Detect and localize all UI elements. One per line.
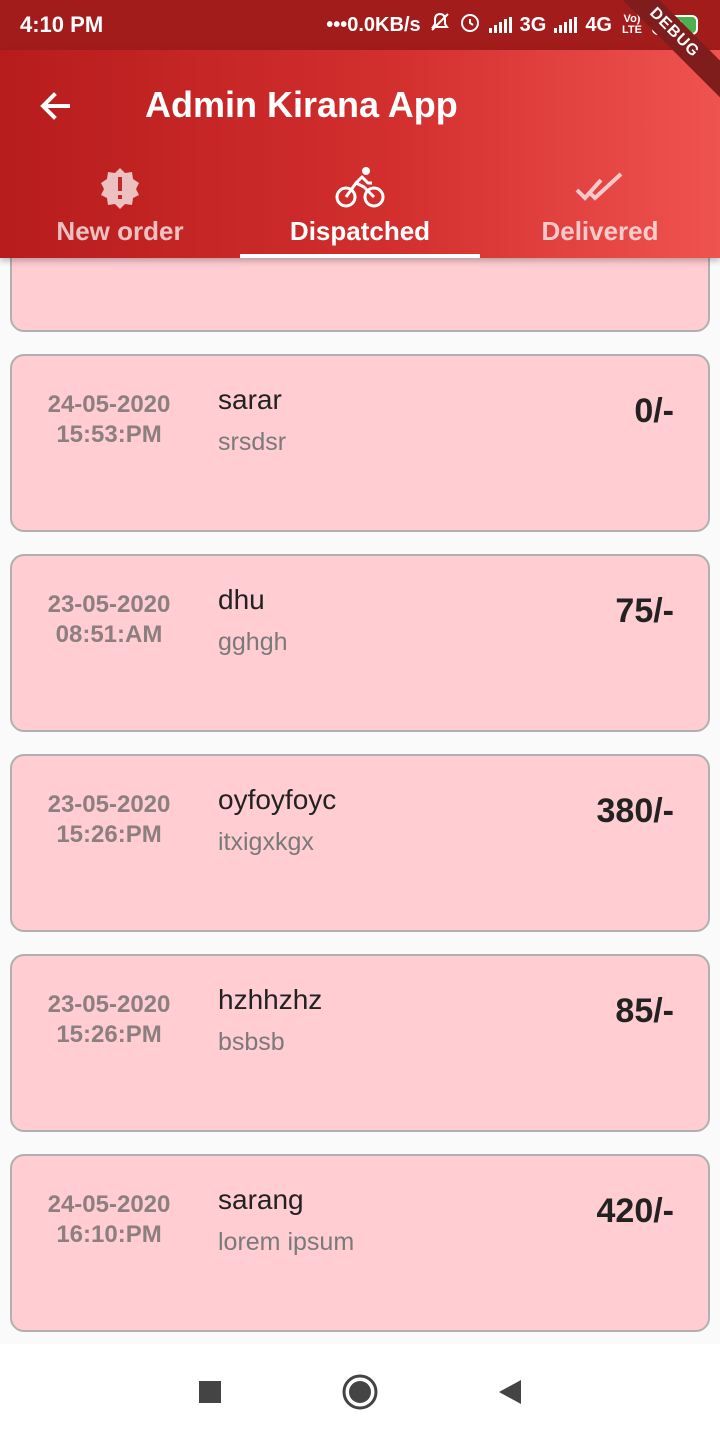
order-time: 08:51:AM xyxy=(55,621,163,648)
tab-label: New order xyxy=(56,216,184,246)
mute-notification-icon xyxy=(429,11,451,39)
order-card[interactable]: 23-05-2020 15:26:PM hzhhzhz bsbsb 85/- xyxy=(10,954,710,1132)
signal-icon-2 xyxy=(554,17,578,33)
order-date: 23-05-2020 xyxy=(47,591,171,618)
tab-indicator xyxy=(240,254,480,258)
back-button[interactable] xyxy=(36,86,76,126)
order-time: 15:26:PM xyxy=(56,1021,162,1048)
tab-delivered[interactable]: Delivered xyxy=(480,158,720,258)
order-card[interactable]: 23-05-2020 08:51:AM dhu gghgh 75/- xyxy=(10,554,710,732)
system-nav-bar xyxy=(0,1344,720,1440)
order-description: gghgh xyxy=(218,628,288,656)
order-datetime: 24-05-2020 16:10:PM xyxy=(32,1190,186,1250)
order-date: 23-05-2020 xyxy=(47,991,171,1018)
order-card[interactable]: 24-05-2020 16:10:PM sarang lorem ipsum 4… xyxy=(10,1154,710,1332)
order-description: srsdsr xyxy=(218,428,287,456)
double-check-icon xyxy=(575,166,625,210)
recents-button[interactable] xyxy=(190,1372,230,1412)
order-date: 24-05-2020 xyxy=(47,391,171,418)
page-title: Admin Kirana App xyxy=(145,84,458,125)
order-date: 23-05-2020 xyxy=(47,791,171,818)
status-bar: 4:10 PM •••0.0KB/s 3G 4G Vo) LTE 86 xyxy=(0,0,720,50)
tab-dispatched[interactable]: Dispatched xyxy=(240,158,480,258)
triangle-back-icon xyxy=(499,1380,521,1404)
home-button[interactable] xyxy=(340,1372,380,1412)
order-amount: 75/- xyxy=(615,592,674,630)
order-customer-name: sarar xyxy=(218,384,282,415)
order-date: 24-05-2020 xyxy=(47,1191,171,1218)
alert-badge-icon xyxy=(97,166,143,210)
order-customer-name: oyfoyfoyc xyxy=(218,784,337,815)
circle-home-icon xyxy=(342,1374,378,1410)
order-time: 16:10:PM xyxy=(56,1221,162,1248)
order-amount: 0/- xyxy=(634,392,674,430)
order-description: lorem ipsum xyxy=(218,1228,355,1256)
order-datetime: 23-05-2020 08:51:AM xyxy=(32,590,186,650)
order-amount: 420/- xyxy=(596,1192,675,1230)
order-customer-name: dhu xyxy=(218,584,265,615)
network-speed: •••0.0KB/s xyxy=(326,13,421,36)
order-description: itxigxkgx xyxy=(218,828,314,856)
order-time: 15:53:PM xyxy=(56,421,162,448)
order-card[interactable]: 24-05-2020 15:53:PM sarar srsdsr 0/- xyxy=(10,354,710,532)
order-datetime: 23-05-2020 15:26:PM xyxy=(32,990,186,1050)
order-list[interactable]: 24-05-2020 15:53:PM sarar srsdsr 0/- 23-… xyxy=(0,258,720,1344)
order-card[interactable]: 23-05-2020 15:26:PM oyfoyfoyc itxigxkgx … xyxy=(10,754,710,932)
alarm-icon xyxy=(459,11,481,39)
tab-label: Delivered xyxy=(541,216,659,246)
order-datetime: 23-05-2020 15:26:PM xyxy=(32,790,186,850)
network-3g: 3G xyxy=(519,13,547,36)
order-customer-name: hzhhzhz xyxy=(218,984,323,1015)
tab-new-order[interactable]: New order xyxy=(0,158,240,258)
nav-back-button[interactable] xyxy=(490,1372,530,1412)
signal-icon xyxy=(488,17,512,33)
tab-label: Dispatched xyxy=(289,216,431,246)
arrow-back-icon xyxy=(40,92,70,120)
network-4g: 4G xyxy=(585,13,612,36)
order-card-partial[interactable] xyxy=(10,258,710,332)
square-recents-icon xyxy=(199,1381,221,1403)
order-datetime: 24-05-2020 15:53:PM xyxy=(32,390,186,450)
tab-bar: New order Dispatched Delivered xyxy=(0,158,720,258)
order-amount: 85/- xyxy=(615,992,674,1030)
order-amount: 380/- xyxy=(596,792,675,830)
order-time: 15:26:PM xyxy=(56,821,162,848)
order-description: bsbsb xyxy=(218,1028,285,1056)
app-bar: Admin Kirana App New order Dispatched De… xyxy=(0,50,720,258)
status-time: 4:10 PM xyxy=(20,12,104,37)
order-customer-name: sarang xyxy=(218,1184,304,1215)
bicycle-icon xyxy=(334,166,386,210)
